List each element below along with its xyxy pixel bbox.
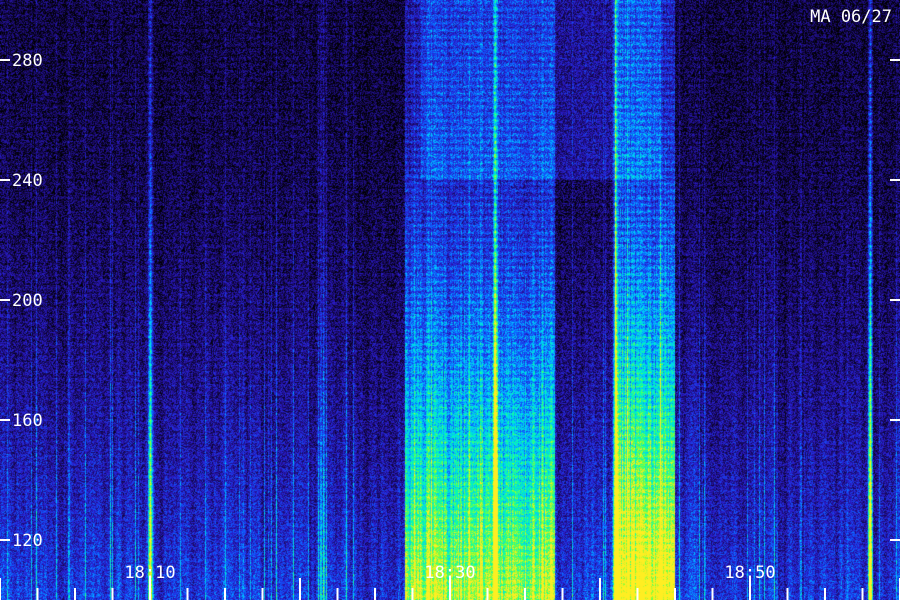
chart-title: MA 06/27 [810, 7, 892, 27]
x-tick-label: 18:50 [724, 563, 775, 583]
y-tick-label: 120 [12, 531, 43, 551]
y-tick-label: 200 [12, 291, 43, 311]
x-tick-label: 18:10 [124, 563, 175, 583]
x-axis: 18:10 18:30 18:50 [0, 563, 900, 600]
y-tick-label: 280 [12, 51, 43, 71]
y-axis: 120 160 200 240 280 [0, 51, 900, 551]
y-tick-label: 240 [12, 171, 43, 191]
y-tick-label: 160 [12, 411, 43, 431]
chart-overlay: MA 06/27 120 160 200 240 280 18:10 18:30 18:50 [0, 7, 900, 600]
x-tick-label: 18:30 [424, 563, 475, 583]
